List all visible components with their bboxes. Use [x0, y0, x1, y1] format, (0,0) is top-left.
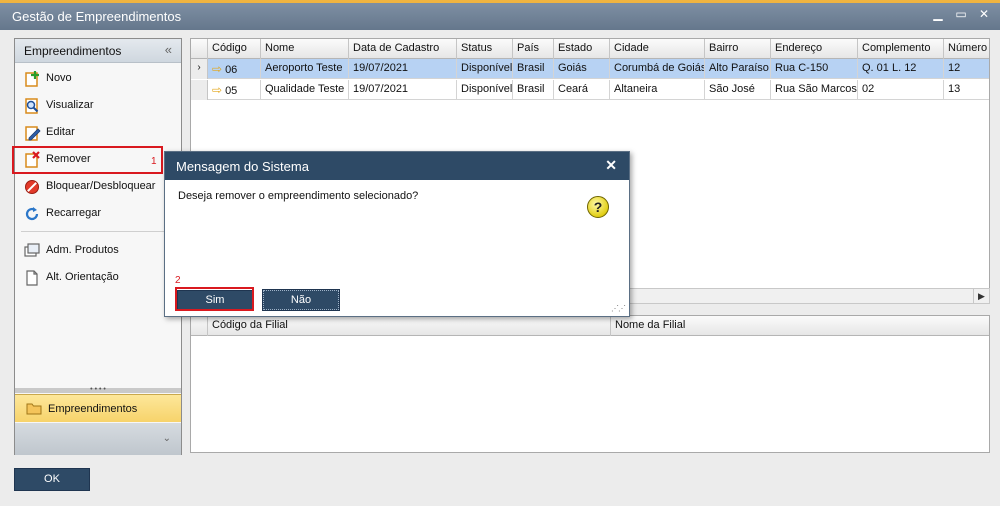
sidebar-header: Empreendimentos « — [15, 39, 181, 63]
arrow-right-icon: ⇨ — [212, 83, 223, 97]
table-cell: Brasil — [513, 59, 554, 79]
window-title: Gestão de Empreendimentos — [12, 9, 182, 24]
dialog-title: Mensagem do Sistema — [176, 159, 309, 174]
table-cell: São José — [705, 80, 771, 100]
table-cell: ⇨ 05 — [208, 80, 261, 100]
column-header[interactable]: Número — [944, 39, 989, 59]
sidebar-item-bloquear[interactable]: Bloquear/Desbloquear — [15, 174, 181, 200]
table-row[interactable]: › ⇨ 06 Aeroporto Teste 19/07/2021 Disponí… — [191, 59, 989, 79]
step-number: 2 — [175, 275, 181, 286]
table-row[interactable]: ⇨ 05 Qualidade Teste 19/07/2021 Disponíve… — [191, 80, 989, 100]
window-titlebar: Gestão de Empreendimentos ▁ ▭ ✕ — [0, 3, 1000, 30]
sidebar-item-label: Novo — [46, 72, 72, 84]
column-header[interactable]: Data de Cadastro — [349, 39, 457, 59]
table-cell: 19/07/2021 — [349, 80, 457, 100]
splitter-grip[interactable]: • • • • — [15, 386, 181, 393]
table-cell: Q. 01 L. 12 — [858, 59, 944, 79]
sidebar-item-label: Recarregar — [46, 207, 102, 219]
maximize-icon[interactable]: ▭ — [953, 7, 969, 21]
filial-grid: Código da Filial Nome da Filial — [190, 315, 990, 453]
sidebar-title: Empreendimentos — [24, 44, 122, 58]
remover-highlight-box — [12, 146, 163, 174]
sidebar-item-novo[interactable]: Novo — [15, 66, 181, 92]
document-icon — [26, 270, 38, 286]
sidebar-item-adm-produtos[interactable]: Adm. Produtos — [15, 238, 181, 264]
column-header[interactable]: Complemento — [858, 39, 944, 59]
table-cell: Alto Paraíso — [705, 59, 771, 79]
table-cell: Rua São Marcos — [771, 80, 858, 100]
column-header[interactable]: Cidade — [610, 39, 705, 59]
table-cell: 19/07/2021 — [349, 59, 457, 79]
sidebar-footer: ⌄ — [15, 423, 181, 455]
sidebar-divider — [21, 231, 177, 232]
sidebar-item-recarregar[interactable]: Recarregar — [15, 201, 181, 227]
magnify-document-icon — [25, 98, 39, 114]
resize-grip-icon[interactable]: ⋰⋰ — [611, 304, 626, 313]
column-header[interactable]: Nome — [261, 39, 349, 59]
block-icon — [25, 180, 39, 194]
sidebar-item-label: Editar — [46, 126, 75, 138]
column-header[interactable]: Nome da Filial — [611, 316, 989, 336]
windows-icon — [24, 243, 40, 257]
column-header[interactable]: Código da Filial — [208, 316, 611, 336]
collapse-icon[interactable]: « — [165, 42, 172, 57]
dialog-message: Deseja remover o empreendimento selecion… — [178, 190, 419, 202]
ok-button[interactable]: OK — [14, 468, 90, 491]
column-header[interactable]: Status — [457, 39, 513, 59]
sidebar-item-label: Alt. Orientação — [46, 271, 119, 283]
table-cell: 13 — [948, 83, 961, 95]
row-indicator — [191, 80, 208, 100]
table-cell: ⇨ 06 — [208, 59, 261, 79]
column-header[interactable]: País — [513, 39, 554, 59]
sidebar-item-label: Bloquear/Desbloquear — [46, 180, 156, 192]
no-button[interactable]: Não — [262, 289, 340, 311]
edit-pencil-icon — [25, 126, 41, 141]
table-cell: Disponível — [457, 80, 513, 100]
table-cell: Rua C-150 — [771, 59, 858, 79]
row-indicator-header — [191, 39, 208, 59]
table-cell: Corumbá de Goiás — [610, 59, 705, 79]
table-cell: 12 — [948, 62, 961, 74]
refresh-icon — [25, 207, 39, 221]
table-cell: Goiás — [554, 59, 610, 79]
table-cell: Brasil — [513, 80, 554, 100]
grid-header: Código Nome Data de Cadastro Status País… — [191, 39, 989, 59]
sidebar-tab-label: Empreendimentos — [48, 403, 138, 415]
sidebar-item-label: Visualizar — [46, 99, 94, 111]
close-icon[interactable]: ✕ — [976, 7, 992, 21]
arrow-right-icon: ⇨ — [212, 62, 223, 76]
sidebar-tab-empreendimentos[interactable]: Empreendimentos — [15, 394, 181, 422]
column-header[interactable]: Endereço — [771, 39, 858, 59]
sidebar-item-label: Adm. Produtos — [46, 244, 119, 256]
question-icon: ? — [587, 196, 609, 218]
step-number: 1 — [151, 156, 157, 167]
table-cell: Ceará — [554, 80, 610, 100]
sidebar-pane: Empreendimentos « Novo Visualizar Editar… — [14, 38, 182, 455]
column-header[interactable]: Estado — [554, 39, 610, 59]
table-cell: Altaneira — [610, 80, 705, 100]
dialog-titlebar: Mensagem do Sistema ✕ — [165, 152, 629, 180]
scroll-right-icon[interactable]: ▶ — [973, 289, 989, 303]
sim-highlight-box — [175, 287, 254, 311]
row-indicator: › — [191, 59, 208, 79]
sidebar-item-alt-orientacao[interactable]: Alt. Orientação — [15, 265, 181, 291]
grid-header: Código da Filial Nome da Filial — [191, 316, 989, 336]
column-header[interactable]: Bairro — [705, 39, 771, 59]
table-cell: Qualidade Teste — [261, 80, 349, 100]
chevron-down-icon[interactable]: ⌄ — [163, 433, 171, 444]
column-header[interactable]: Código — [208, 39, 261, 59]
table-cell: 02 — [858, 80, 944, 100]
sidebar-item-editar[interactable]: Editar — [15, 120, 181, 146]
table-cell: Disponível — [457, 59, 513, 79]
folder-icon — [26, 403, 42, 415]
table-cell: Aeroporto Teste — [261, 59, 349, 79]
sidebar-item-visualizar[interactable]: Visualizar — [15, 93, 181, 119]
minimize-icon[interactable]: ▁ — [930, 7, 946, 21]
row-indicator-header — [191, 316, 208, 336]
add-document-icon — [25, 71, 39, 87]
close-icon[interactable]: ✕ — [605, 157, 617, 174]
